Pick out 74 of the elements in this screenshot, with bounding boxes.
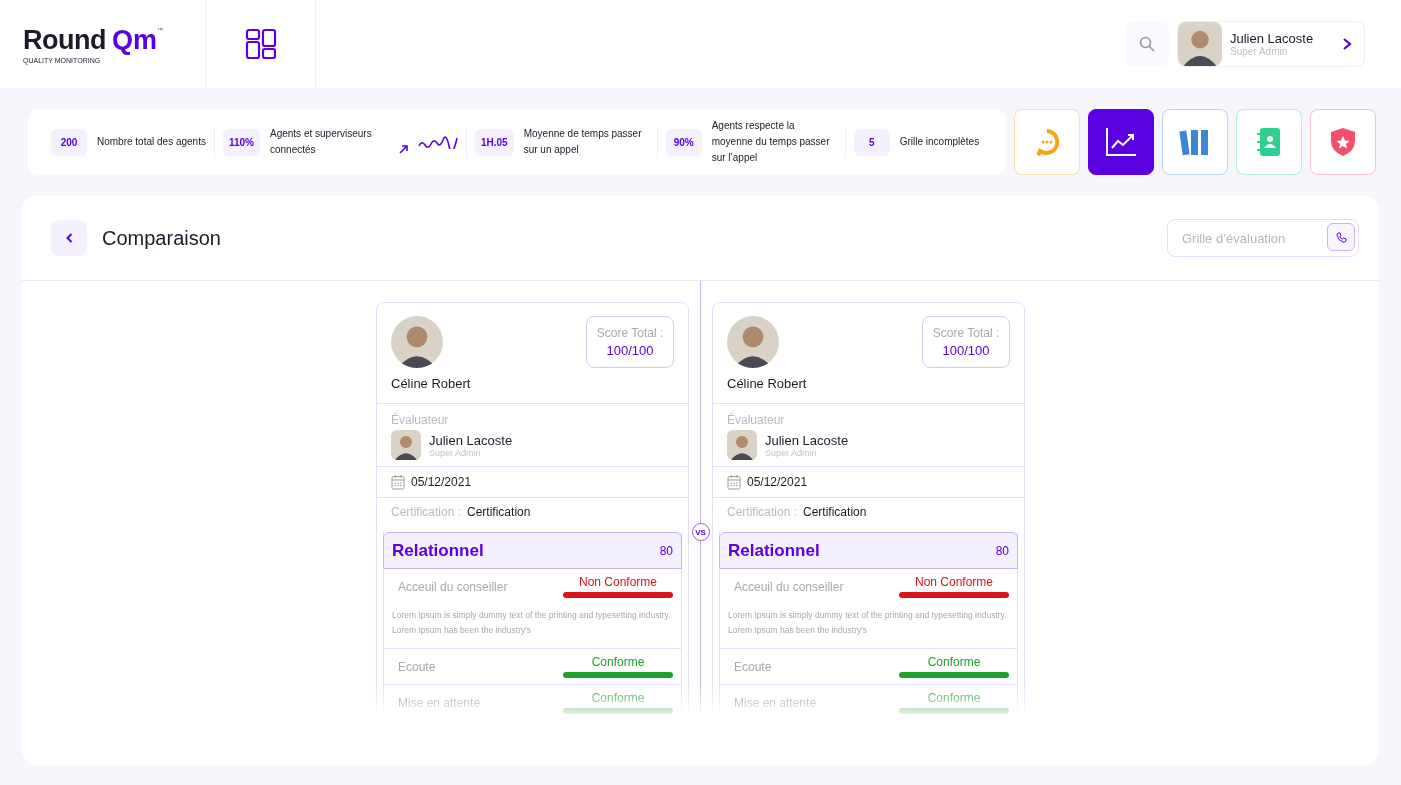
stat-label: Moyenne de temps passer sur un appel xyxy=(523,128,642,155)
criterion-status: Non Conforme xyxy=(914,575,993,589)
criterion-status: Conforme xyxy=(927,691,981,705)
chevron-left-icon xyxy=(65,233,73,243)
agent-avatar xyxy=(391,316,443,368)
section-title: Relationnel xyxy=(392,540,484,561)
logo-accent: Qm xyxy=(112,24,157,56)
user-name: Julien Lacoste xyxy=(1230,31,1315,46)
contact-book-icon xyxy=(1256,127,1282,157)
stat-label: Agents et superviseurs connectés xyxy=(270,128,372,155)
score-label: Score Total : xyxy=(596,326,664,340)
grid-select-field[interactable]: Grille d’évaluation xyxy=(1167,219,1359,257)
section-score: 80 xyxy=(659,543,673,558)
score-value: 100/100 xyxy=(606,343,654,358)
stat-value: 90% xyxy=(665,128,702,156)
stat-label: Nombre total des agents xyxy=(97,136,206,147)
agent-name: Céline Robert xyxy=(727,376,807,391)
user-avatar xyxy=(1178,22,1222,66)
score-value: 100/100 xyxy=(942,343,990,358)
back-button[interactable] xyxy=(51,220,87,256)
evaluator-avatar xyxy=(727,430,757,460)
search-button[interactable] xyxy=(1125,22,1169,66)
certification-value: Certification xyxy=(803,504,867,519)
logo-wordmark: Round xyxy=(23,24,106,56)
shortcut-tile[interactable] xyxy=(1088,109,1154,175)
versus-badge: VS xyxy=(691,523,710,541)
criterion-name: Acceuil du conseiller xyxy=(734,579,844,594)
evaluator-label: Évaluateur xyxy=(727,413,785,427)
calendar-icon xyxy=(727,474,741,490)
stat-value: 110% xyxy=(222,128,260,156)
stat-label: Agents respecte la moyenne du temps passer sur l’appel xyxy=(711,120,830,163)
dashboard-icon[interactable] xyxy=(244,28,277,60)
evaluator-name: Julien Lacoste xyxy=(429,432,513,448)
stat-value: 1H.05 xyxy=(475,128,514,156)
criterion-name: Ecoute xyxy=(734,659,772,674)
agent-name: Céline Robert xyxy=(391,376,471,391)
page-title: Comparaison xyxy=(102,226,221,250)
shield-star-icon xyxy=(1330,127,1356,157)
certification-value: Certification xyxy=(467,504,531,519)
criterion-status: Non Conforme xyxy=(578,575,657,589)
calendar-icon xyxy=(391,474,405,490)
criterion-status: Conforme xyxy=(591,691,645,705)
stat-value: 200 xyxy=(51,128,87,156)
section-title: Relationnel xyxy=(728,540,820,561)
evaluator-name: Julien Lacoste xyxy=(765,432,849,448)
search-icon xyxy=(1139,36,1155,52)
criterion-description: Lorem Ipsum is simply dummy text of the printing and typesetting industry. Lorem Ipsum has been the industry's xyxy=(728,609,1008,637)
sparkline xyxy=(418,135,458,149)
chevron-right-icon xyxy=(1342,37,1352,51)
stat-value: 5 xyxy=(853,128,890,156)
binders-icon xyxy=(1179,128,1211,156)
agent-avatar xyxy=(727,316,779,368)
phone-icon xyxy=(1335,231,1347,243)
certification-label: Certification : xyxy=(727,504,798,519)
evaluator-label: Évaluateur xyxy=(391,413,449,427)
evaluation-date: 05/12/2021 xyxy=(411,475,472,489)
user-role: Super Admin xyxy=(1230,46,1289,57)
line-chart-icon xyxy=(1104,126,1138,158)
phone-button[interactable] xyxy=(1327,223,1355,251)
criterion-name: Mise en attente xyxy=(398,695,481,710)
trend-up-arrow-icon xyxy=(399,145,408,154)
criterion-name: Mise en attente xyxy=(734,695,817,710)
evaluator-avatar xyxy=(391,430,421,460)
stat-label: Grille incomplètes xyxy=(899,136,980,147)
evaluation-date: 05/12/2021 xyxy=(747,475,808,489)
criterion-description: Lorem Ipsum is simply dummy text of the printing and typesetting industry. Lorem Ipsum has been the industry's xyxy=(392,609,672,637)
criterion-status: Conforme xyxy=(927,655,981,669)
score-label: Score Total : xyxy=(932,326,1000,340)
criterion-name: Ecoute xyxy=(398,659,436,674)
certification-label: Certification : xyxy=(391,504,462,519)
criterion-status: Conforme xyxy=(591,655,645,669)
section-score: 80 xyxy=(995,543,1009,558)
user-profile-card[interactable]: Julien Lacoste Super Admin xyxy=(1177,21,1365,67)
criterion-name: Acceuil du conseiller xyxy=(398,579,508,594)
